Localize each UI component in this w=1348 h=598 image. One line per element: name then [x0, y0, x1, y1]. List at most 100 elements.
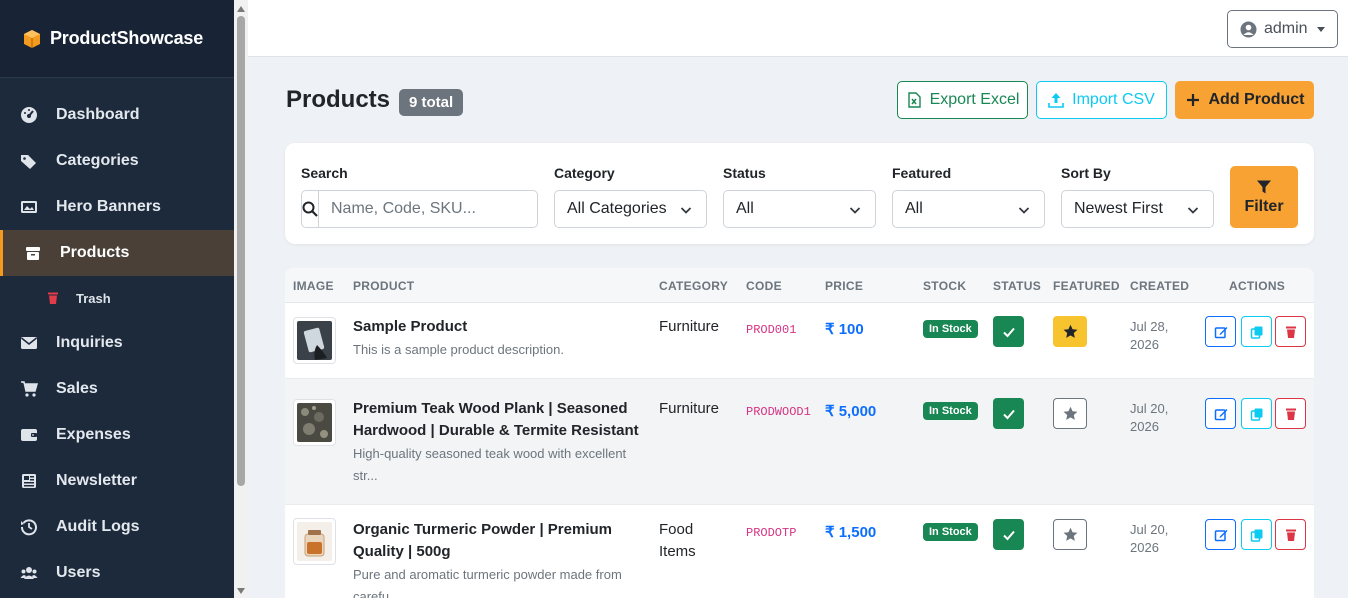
status-label: Status: [723, 165, 766, 181]
scroll-up-arrow-icon[interactable]: [237, 6, 245, 12]
sidebar-item-inquiries[interactable]: Inquiries: [0, 320, 234, 366]
search-icon: [302, 191, 319, 227]
import-csv-button[interactable]: Import CSV: [1036, 81, 1167, 119]
status-toggle-button[interactable]: [993, 398, 1024, 429]
user-menu-button[interactable]: admin: [1227, 10, 1338, 48]
product-code: PRODOTP: [746, 526, 797, 540]
trash-icon: [1285, 408, 1296, 420]
product-price: ₹ 5,000: [825, 403, 877, 420]
product-category: Furniture: [659, 318, 720, 335]
brand[interactable]: ProductShowcase: [0, 0, 234, 78]
edit-button[interactable]: [1205, 316, 1236, 347]
edit-button[interactable]: [1205, 398, 1236, 429]
product-thumbnail[interactable]: [293, 518, 336, 565]
status-toggle-button[interactable]: [993, 316, 1024, 347]
add-product-button[interactable]: Add Product: [1175, 81, 1314, 119]
column-header-featured: FEATURED: [1053, 279, 1120, 293]
import-csv-label: Import CSV: [1072, 91, 1155, 108]
chevron-down-icon: [680, 203, 692, 215]
product-description: This is a sample product description.: [353, 342, 564, 357]
duplicate-button[interactable]: [1241, 398, 1272, 429]
star-icon: [1063, 324, 1077, 338]
sidebar-scrollbar[interactable]: [234, 0, 248, 598]
product-name[interactable]: Organic Turmeric Powder | Premium Qualit…: [353, 519, 649, 563]
sidebar-item-expenses[interactable]: Expenses: [0, 412, 234, 458]
status-select[interactable]: All: [723, 190, 876, 228]
featured-toggle-button[interactable]: [1053, 316, 1087, 347]
featured-toggle-button[interactable]: [1053, 398, 1087, 429]
column-header-status: STATUS: [993, 279, 1042, 293]
sidebar-item-products[interactable]: Products: [0, 230, 234, 276]
images-icon: [20, 198, 38, 216]
product-code: PRODWOOD1: [746, 405, 811, 419]
product-description: Pure and aromatic turmeric powder made f…: [353, 564, 643, 598]
sidebar-item-trash[interactable]: Trash: [0, 276, 234, 320]
sidebar-item-label: Expenses: [56, 426, 131, 443]
sidebar-item-sales[interactable]: Sales: [0, 366, 234, 412]
product-category-line: Items: [659, 543, 696, 560]
delete-button[interactable]: [1275, 519, 1306, 550]
stock-badge: In Stock: [923, 402, 978, 420]
history-icon: [20, 518, 38, 536]
wallet-icon: [20, 426, 38, 444]
sidebar-item-hero-banners[interactable]: Hero Banners: [0, 184, 234, 230]
search-input[interactable]: [319, 191, 538, 227]
trash-icon: [1285, 326, 1296, 338]
tags-icon: [20, 152, 38, 170]
search-group: [301, 190, 538, 228]
sidebar: ProductShowcase Dashboard Categories Her…: [0, 0, 234, 598]
edit-button[interactable]: [1205, 519, 1236, 550]
file-excel-icon: [906, 92, 922, 108]
plus-icon: [1185, 92, 1201, 108]
dashboard-icon: [20, 106, 38, 124]
sidebar-item-label: Users: [56, 564, 101, 581]
product-name[interactable]: Sample Product: [353, 316, 649, 338]
upload-icon: [1048, 92, 1064, 108]
product-code: PROD001: [746, 323, 797, 337]
product-thumbnail[interactable]: [293, 399, 336, 446]
copy-icon: [1250, 529, 1262, 542]
copy-icon: [1250, 408, 1262, 421]
column-header-image: IMAGE: [293, 279, 334, 293]
delete-button[interactable]: [1275, 316, 1306, 347]
cart-icon: [20, 380, 38, 398]
product-name[interactable]: Premium Teak Wood Plank | Seasoned Hardw…: [353, 398, 649, 442]
duplicate-button[interactable]: [1241, 316, 1272, 347]
sidebar-item-label: Inquiries: [56, 334, 123, 351]
sidebar-item-label: Newsletter: [56, 472, 137, 489]
check-icon: [1002, 530, 1015, 540]
product-description-line: Pure and aromatic turmeric powder made f…: [353, 567, 622, 582]
category-select[interactable]: All Categories: [554, 190, 707, 228]
scrollbar-thumb[interactable]: [237, 16, 245, 486]
featured-select[interactable]: All: [892, 190, 1045, 228]
cube-logo-icon: [22, 29, 42, 49]
scroll-down-arrow-icon[interactable]: [237, 588, 245, 594]
delete-button[interactable]: [1275, 398, 1306, 429]
total-count-badge: 9 total: [399, 89, 464, 116]
featured-label: Featured: [892, 165, 952, 181]
export-excel-button[interactable]: Export Excel: [897, 81, 1028, 119]
created-date-line: Jul 20,: [1130, 522, 1169, 537]
check-icon: [1002, 409, 1015, 419]
product-thumbnail[interactable]: [293, 317, 336, 364]
check-icon: [1002, 327, 1015, 337]
status-toggle-button[interactable]: [993, 519, 1024, 550]
duplicate-button[interactable]: [1241, 519, 1272, 550]
created-date-line: 2026: [1130, 419, 1159, 434]
user-circle-icon: [1240, 21, 1257, 38]
box-icon: [24, 244, 42, 262]
product-name-line: Hardwood | Durable & Termite Resistant: [353, 422, 639, 439]
sidebar-item-dashboard[interactable]: Dashboard: [0, 92, 234, 138]
stock-badge: In Stock: [923, 523, 978, 541]
sidebar-item-newsletter[interactable]: Newsletter: [0, 458, 234, 504]
sidebar-item-audit-logs[interactable]: Audit Logs: [0, 504, 234, 550]
brand-name: ProductShowcase: [50, 28, 204, 48]
sort-select[interactable]: Newest First: [1061, 190, 1214, 228]
featured-toggle-button[interactable]: [1053, 519, 1087, 550]
sidebar-item-categories[interactable]: Categories: [0, 138, 234, 184]
column-header-created: CREATED: [1130, 279, 1190, 293]
funnel-icon: [1256, 179, 1272, 195]
filter-button[interactable]: Filter: [1230, 166, 1298, 228]
product-description-line: str...: [353, 468, 378, 483]
sidebar-item-users[interactable]: Users: [0, 550, 234, 596]
